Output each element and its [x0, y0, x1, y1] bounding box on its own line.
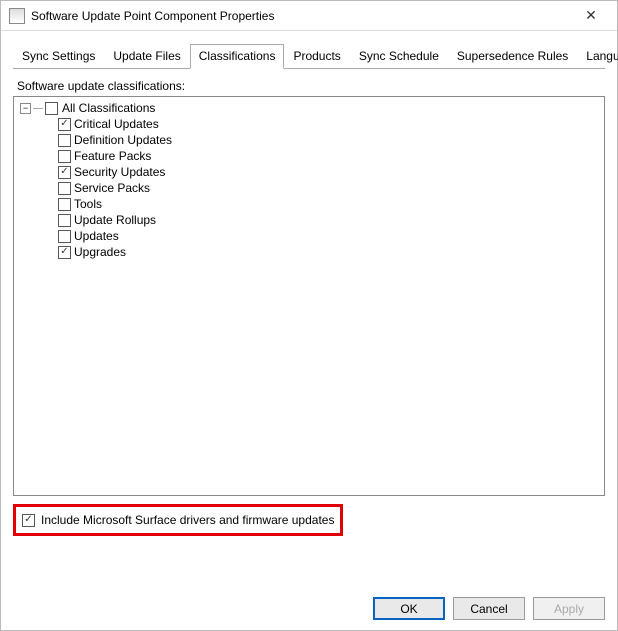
section-label: Software update classifications: [17, 79, 605, 93]
collapse-icon[interactable]: − [20, 103, 31, 114]
tab-label: Products [293, 49, 340, 63]
item-checkbox[interactable] [58, 166, 71, 179]
item-checkbox[interactable] [58, 150, 71, 163]
item-checkbox[interactable] [58, 134, 71, 147]
tab-languages[interactable]: Languages [577, 44, 618, 69]
item-label[interactable]: Service Packs [74, 181, 150, 195]
apply-button: Apply [533, 597, 605, 620]
tab-products[interactable]: Products [284, 44, 349, 69]
button-label: Apply [554, 602, 584, 616]
tab-label: Sync Schedule [359, 49, 439, 63]
tree-item: Tools [58, 196, 600, 212]
tab-sync-settings[interactable]: Sync Settings [13, 44, 104, 69]
tree-item: Service Packs [58, 180, 600, 196]
window-title: Software Update Point Component Properti… [31, 9, 571, 23]
item-label[interactable]: Tools [74, 197, 102, 211]
tree-item: Critical Updates [58, 116, 600, 132]
item-label[interactable]: Definition Updates [74, 133, 172, 147]
surface-label[interactable]: Include Microsoft Surface drivers and fi… [41, 513, 334, 527]
surface-drivers-option: Include Microsoft Surface drivers and fi… [13, 504, 343, 536]
classifications-tree[interactable]: − All Classifications Critical Updates D… [13, 96, 605, 496]
tab-label: Supersedence Rules [457, 49, 568, 63]
root-checkbox[interactable] [45, 102, 58, 115]
item-label[interactable]: Feature Packs [74, 149, 151, 163]
item-checkbox[interactable] [58, 182, 71, 195]
ok-button[interactable]: OK [373, 597, 445, 620]
close-icon: ✕ [585, 7, 597, 24]
tab-label: Update Files [113, 49, 180, 63]
item-label[interactable]: Updates [74, 229, 119, 243]
tab-update-files[interactable]: Update Files [104, 44, 189, 69]
item-label[interactable]: Critical Updates [74, 117, 159, 131]
tab-sync-schedule[interactable]: Sync Schedule [350, 44, 448, 69]
tab-strip: Sync Settings Update Files Classificatio… [13, 43, 605, 69]
app-icon [9, 8, 25, 24]
item-checkbox[interactable] [58, 214, 71, 227]
tree-item: Security Updates [58, 164, 600, 180]
item-label[interactable]: Upgrades [74, 245, 126, 259]
tab-classifications[interactable]: Classifications [190, 44, 285, 69]
cancel-button[interactable]: Cancel [453, 597, 525, 620]
close-button[interactable]: ✕ [571, 2, 611, 30]
tab-label: Classifications [199, 49, 276, 63]
item-checkbox[interactable] [58, 118, 71, 131]
item-checkbox[interactable] [58, 246, 71, 259]
button-label: Cancel [470, 602, 507, 616]
button-label: OK [400, 602, 417, 616]
titlebar: Software Update Point Component Properti… [1, 1, 617, 31]
item-label[interactable]: Update Rollups [74, 213, 156, 227]
tab-label: Sync Settings [22, 49, 95, 63]
tree-root: − All Classifications [18, 101, 600, 115]
tree-item: Feature Packs [58, 148, 600, 164]
tab-label: Languages [586, 49, 618, 63]
tree-children: Critical Updates Definition Updates Feat… [18, 116, 600, 260]
tree-item: Upgrades [58, 244, 600, 260]
tree-item: Update Rollups [58, 212, 600, 228]
surface-checkbox[interactable] [22, 514, 35, 527]
dialog-content: Sync Settings Update Files Classificatio… [1, 31, 617, 536]
dialog-footer: OK Cancel Apply [373, 597, 605, 620]
root-label[interactable]: All Classifications [62, 101, 155, 115]
item-checkbox[interactable] [58, 198, 71, 211]
tree-line [33, 108, 43, 109]
item-label[interactable]: Security Updates [74, 165, 165, 179]
item-checkbox[interactable] [58, 230, 71, 243]
tree-item: Definition Updates [58, 132, 600, 148]
tree-item: Updates [58, 228, 600, 244]
tab-supersedence-rules[interactable]: Supersedence Rules [448, 44, 577, 69]
